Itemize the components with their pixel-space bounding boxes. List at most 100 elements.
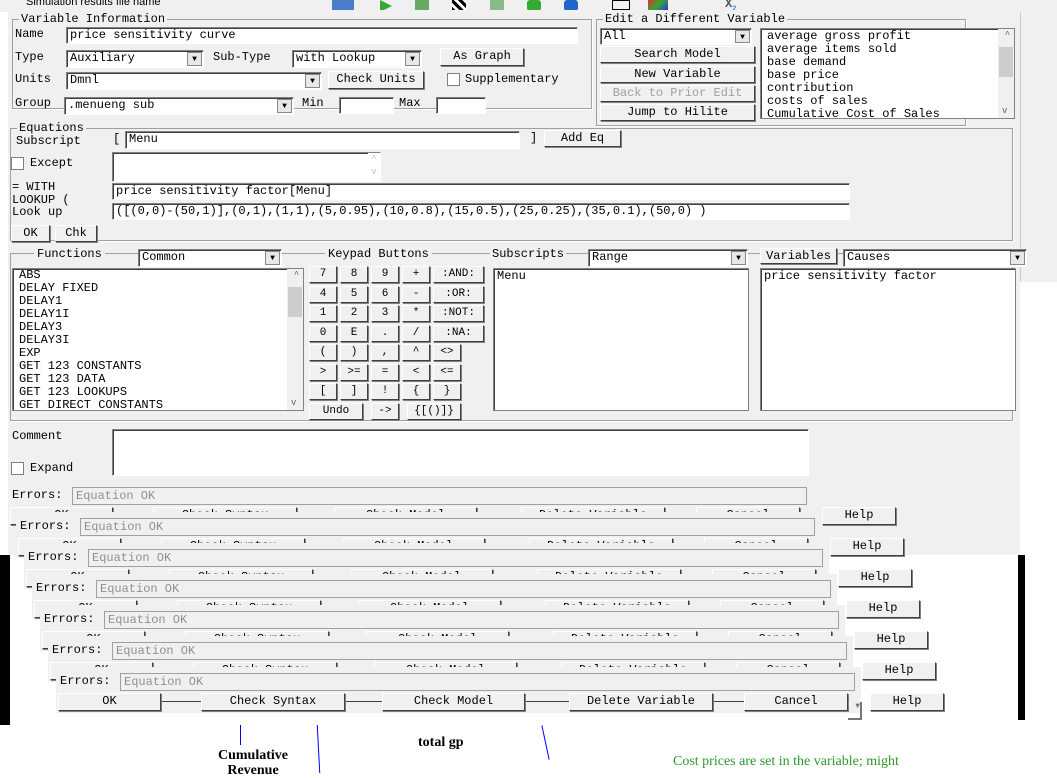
box-icon[interactable] [612,0,630,10]
subtype-select[interactable]: with Lookup ▼ [292,50,422,68]
chevron-down-icon[interactable]: ▼ [731,251,746,265]
check-model-button[interactable]: Check Model [382,693,525,711]
variables-filter-select[interactable]: Causes ▼ [843,249,1027,267]
chevron-down-icon[interactable]: ▼ [735,30,750,43]
keypad-button[interactable]: :AND: [433,266,484,283]
keypad-button[interactable]: ] [340,383,368,400]
keypad-button[interactable]: [ [309,383,337,400]
scrollbar[interactable]: ^ v [368,153,380,181]
expand-checkbox[interactable] [11,462,24,475]
keypad-button[interactable]: { [402,383,430,400]
cancel-button[interactable]: Cancel [744,693,848,711]
variable-list[interactable]: average gross profit average items sold ba… [760,28,1015,119]
keypad-button[interactable]: ) [340,344,368,361]
keypad-button[interactable]: + [402,266,430,283]
chevron-down-icon[interactable]: ▼ [265,251,280,265]
subscript-input[interactable]: Menu [125,131,520,149]
supplementary-checkbox[interactable] [447,73,460,86]
name-input[interactable]: price sensitivity curve [66,27,578,44]
keypad-button[interactable]: -> [371,403,399,420]
ok-button[interactable]: OK [58,693,161,711]
keypad-button[interactable]: * [402,305,430,322]
back-to-prior-edit-button[interactable]: Back to Prior Edit [600,85,755,102]
add-eq-button[interactable]: Add Eq [544,130,621,147]
list-item[interactable]: price sensitivity factor [761,269,1015,283]
list-item[interactable]: Cumulative Cost of Sales [764,108,1014,119]
check-units-button[interactable]: Check Units [328,71,424,89]
equation-input[interactable]: price sensitivity factor[Menu] [112,183,850,200]
keypad-button[interactable]: 4 [309,285,337,303]
subscripts-filter-select[interactable]: Range ▼ [588,249,748,267]
diagram-label-total-gp[interactable]: total gp [418,735,464,751]
keypad-button[interactable]: >= [340,363,368,381]
chevron-down-icon[interactable]: ▼ [1010,251,1025,265]
chk-button[interactable]: Chk [55,225,97,242]
scroll-down-icon[interactable]: v [291,397,296,410]
keypad-button[interactable]: < [402,363,430,381]
variable-filter-select[interactable]: All ▼ [600,28,752,45]
keypad-button[interactable]: :OR: [433,285,484,303]
min-input[interactable] [339,97,394,114]
keypad-button[interactable]: 6 [371,285,399,303]
graph-icon[interactable] [648,0,668,10]
functions-list[interactable]: ABS DELAY FIXED DELAY1 DELAY1I DELAY3 DELAY3I… [12,268,304,411]
keypad-button[interactable]: = [371,363,399,381]
chevron-down-icon[interactable]: ▼ [848,702,862,720]
help-button[interactable]: Help [846,600,920,618]
scroll-down-icon[interactable]: v [1002,105,1007,118]
keypad-button[interactable]: . [371,324,399,342]
keypad-button[interactable]: ^ [402,344,430,361]
search-model-button[interactable]: Search Model [600,46,755,63]
keypad-button[interactable]: / [402,324,430,342]
help-button[interactable]: Help [854,631,928,649]
equation-ok-button[interactable]: OK [11,225,50,242]
check-syntax-button[interactable]: Check Syntax [201,693,345,711]
keypad-button[interactable]: Undo [309,403,363,420]
keypad-button[interactable]: {[()]} [407,403,461,420]
variables-list[interactable]: price sensitivity factor [760,268,1016,411]
new-variable-button[interactable]: New Variable [600,66,755,83]
keypad-button[interactable]: 0 [309,324,337,342]
chevron-down-icon[interactable]: ▼ [187,52,202,66]
group-select[interactable]: .menueng sub ▼ [64,97,294,115]
list-item[interactable]: GET DIRECT CONSTANTS [16,399,303,411]
scrollbar[interactable]: ^ v [998,29,1014,118]
subscripts-list[interactable]: Menu [493,268,749,411]
keypad-button[interactable]: 9 [371,266,399,283]
scroll-up-icon[interactable]: ^ [1005,30,1010,40]
type-select[interactable]: Auxiliary ▼ [66,50,204,68]
keypad-button[interactable]: 5 [340,285,368,303]
keypad-button[interactable]: 1 [309,305,337,322]
keypad-button[interactable]: <> [433,344,461,361]
keypad-button[interactable]: } [433,383,461,400]
keypad-button[interactable]: > [309,363,337,381]
max-input[interactable] [436,97,486,114]
functions-filter-select[interactable]: Common ▼ [138,249,282,267]
lookup-input[interactable]: ([(0,0)-(50,1)],(0,1),(1,1),(5,0.95),(10… [112,203,850,220]
help-button[interactable]: Help [838,569,912,587]
chevron-down-icon[interactable]: ▼ [277,99,292,113]
diagram-label-cumulative-revenue[interactable]: Cumulative Revenue [213,748,293,778]
except-checkbox[interactable] [11,157,24,170]
diagram-comment[interactable]: Cost prices are set in the variable; mig… [673,754,899,770]
scroll-up-icon[interactable]: ^ [294,270,299,280]
delete-button[interactable]: Delete Variable [569,693,713,711]
keypad-button[interactable]: 8 [340,266,368,283]
jump-to-hilite-button[interactable]: Jump to Hilite [600,104,755,121]
scrollbar[interactable]: ^ v [287,269,303,410]
keypad-button[interactable]: E [340,324,368,342]
keypad-button[interactable]: ! [371,383,399,400]
keypad-button[interactable]: 2 [340,305,368,322]
keypad-button[interactable]: :NOT: [433,305,484,322]
help-button[interactable]: Help [822,507,896,525]
help-button[interactable]: Help [862,662,936,680]
as-graph-button[interactable]: As Graph [440,48,524,66]
keypad-button[interactable]: , [371,344,399,361]
keypad-button[interactable]: ( [309,344,337,361]
help-button[interactable]: Help [870,693,944,711]
keypad-button[interactable]: :NA: [433,324,484,342]
list-item[interactable]: Menu [494,269,748,283]
keypad-button[interactable]: 3 [371,305,399,322]
keypad-button[interactable]: - [402,285,430,303]
units-select[interactable]: Dmnl ▼ [66,72,322,90]
